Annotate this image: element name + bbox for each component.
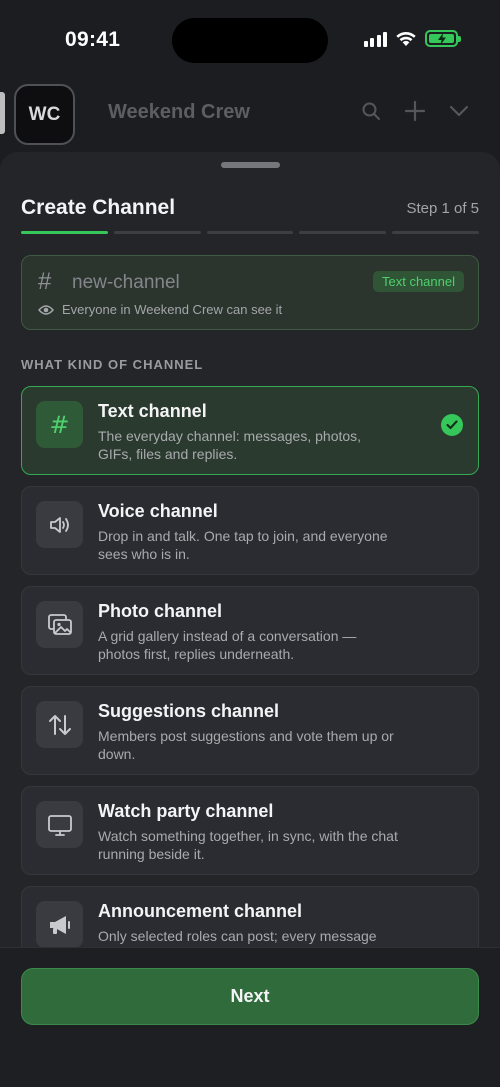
header-actions <box>358 98 472 124</box>
wifi-icon <box>396 31 416 46</box>
option-description: Watch something together, in sync, with … <box>98 828 398 862</box>
channel-name-field[interactable]: new-channel <box>72 272 180 294</box>
create-channel-sheet: Create Channel Step 1 of 5 # new-channel… <box>0 152 500 1087</box>
search-icon[interactable] <box>358 98 384 124</box>
megaphone-icon <box>36 901 83 948</box>
option-description: Drop in and talk. One tap to join, and e… <box>98 528 388 562</box>
channel-type-option[interactable]: Photo channel A grid gallery instead of a… <box>21 586 479 675</box>
visibility-note: Everyone in Weekend Crew can see it <box>38 302 282 317</box>
option-description: The everyday channel: messages, photos, … <box>98 428 362 462</box>
hash-icon: # <box>36 401 83 448</box>
channel-type-option[interactable]: # Text channel The everyday channel: messa… <box>21 386 479 475</box>
option-title: Watch party channel <box>98 801 274 821</box>
speaker-icon <box>36 501 83 548</box>
progress-segment <box>21 231 108 234</box>
hash-icon: # <box>38 268 52 295</box>
option-description: A grid gallery instead of a conversation… <box>98 628 357 662</box>
progress-segment <box>206 231 294 234</box>
progress-segment <box>299 231 387 234</box>
next-button[interactable]: Next <box>21 968 479 1025</box>
signal-icon <box>363 31 387 47</box>
photo-gallery-icon <box>36 601 83 648</box>
sheet-grabber[interactable] <box>221 162 280 168</box>
status-bar: 09:41 <box>0 0 500 80</box>
channel-preview-card[interactable]: # new-channel Text channel Everyone in W… <box>21 255 479 330</box>
option-title: Photo channel <box>98 601 223 621</box>
channel-type-option[interactable]: Watch party channel Watch something toget… <box>21 786 479 875</box>
server-name[interactable]: Weekend Crew <box>108 101 250 124</box>
server-header: WC Weekend Crew <box>0 84 500 148</box>
up-down-arrows-icon <box>36 701 83 748</box>
monitor-icon <box>36 801 83 848</box>
status-icons <box>363 30 461 47</box>
battery-charging-icon <box>425 30 461 47</box>
server-avatar[interactable]: WC <box>14 84 75 145</box>
chevron-down-icon[interactable] <box>446 98 472 124</box>
section-label: WHAT KIND OF CHANNEL <box>21 357 204 372</box>
dynamic-island <box>172 18 328 63</box>
option-title: Voice channel <box>98 501 218 521</box>
option-description: Members post suggestions and vote them u… <box>98 728 394 762</box>
option-title: Suggestions channel <box>98 701 280 721</box>
channel-type-option[interactable]: Voice channel Drop in and talk. One tap t… <box>21 486 479 575</box>
progress-segment <box>113 231 201 234</box>
sheet-title: Create Channel <box>21 196 176 219</box>
step-indicator: Step 1 of 5 <box>406 200 479 217</box>
visibility-text: Everyone in Weekend Crew can see it <box>62 302 283 317</box>
rail-selection-indicator <box>0 92 5 134</box>
channel-type-badge: Text channel <box>373 271 464 292</box>
option-description: Only selected roles can post; every mess… <box>98 928 377 944</box>
channel-type-option[interactable]: Suggestions channel Members post suggesti… <box>21 686 479 775</box>
plus-icon[interactable] <box>402 98 428 124</box>
progress-segment <box>392 231 479 234</box>
step-progress-bar <box>21 231 479 234</box>
eye-icon <box>38 304 54 315</box>
sheet-footer: Next <box>0 947 500 1087</box>
option-title: Announcement channel <box>98 901 303 921</box>
status-time: 09:41 <box>65 28 121 51</box>
option-title: Text channel <box>98 401 207 421</box>
checkmark-icon <box>441 414 463 436</box>
